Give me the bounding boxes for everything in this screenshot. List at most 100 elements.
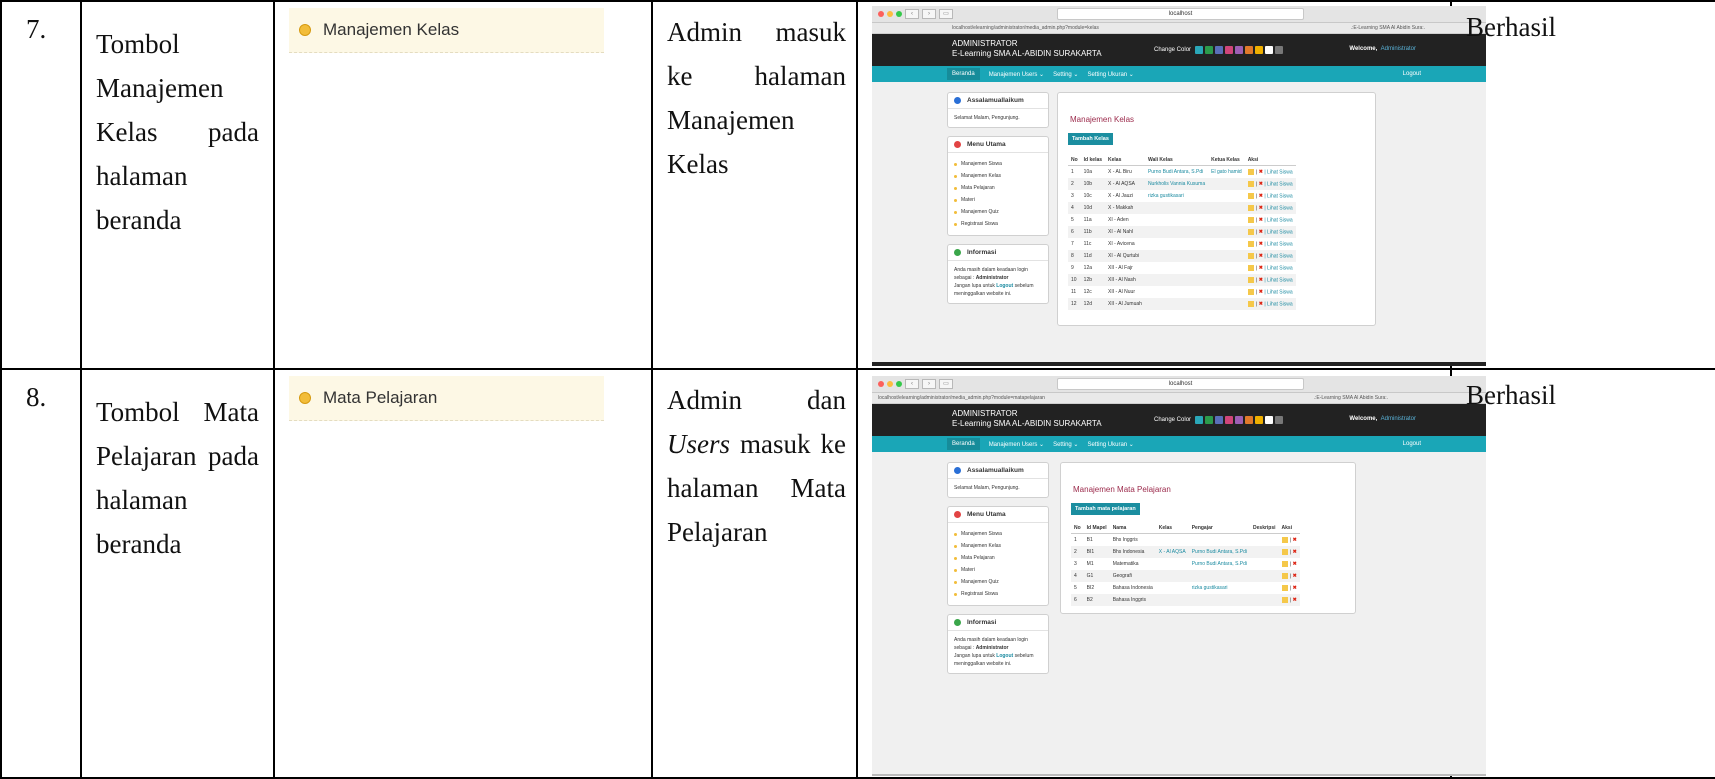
edit-icon[interactable] (1247, 288, 1254, 295)
menu-item[interactable]: Registrasi Siswa (954, 218, 1042, 230)
tab-url[interactable]: localhost/elearning/administrator/media_… (872, 23, 1290, 33)
edit-icon[interactable] (1247, 300, 1254, 307)
edit-icon[interactable] (1247, 264, 1254, 271)
edit-icon[interactable] (1247, 192, 1254, 199)
view-students-link[interactable]: | Lihat Siswa (1264, 253, 1292, 259)
delete-icon[interactable]: ✖ (1293, 573, 1297, 579)
cell-pengajar[interactable]: Purno Budi Antara, S.Pdi (1189, 558, 1250, 570)
delete-icon[interactable]: ✖ (1259, 265, 1263, 271)
cell-wali-kelas[interactable]: Purno Budi Antara, S.Pdi (1145, 166, 1208, 179)
address-bar[interactable]: localhost (1057, 8, 1304, 20)
forward-icon[interactable]: › (922, 379, 936, 389)
menu-item[interactable]: Materi (954, 564, 1042, 576)
cell-no: 1 (1071, 169, 1074, 175)
menu-item[interactable]: Mata Pelajaran (954, 552, 1042, 564)
back-icon[interactable]: ‹ (905, 9, 919, 19)
edit-icon[interactable] (1281, 536, 1288, 543)
view-students-link[interactable]: | Lihat Siswa (1264, 181, 1292, 187)
delete-icon[interactable]: ✖ (1259, 193, 1263, 199)
cell-kelas (1155, 570, 1189, 582)
edit-icon[interactable] (1247, 228, 1254, 235)
welcome-text: Welcome, Administrator (1349, 416, 1416, 422)
menu-item[interactable]: Manajemen Kelas (954, 540, 1042, 552)
delete-icon[interactable]: ✖ (1259, 169, 1263, 175)
nav-manajemen-users[interactable]: Manajemen Users ⌄ (989, 441, 1044, 448)
nav-setting-ukuran[interactable]: Setting Ukuran ⌄ (1087, 71, 1133, 78)
menu-item[interactable]: Manajemen Quiz (954, 576, 1042, 588)
cell-kelas[interactable]: X - Al AQSA (1155, 546, 1189, 558)
menu-item[interactable]: Manajemen Siswa (954, 158, 1042, 170)
edit-icon[interactable] (1247, 180, 1254, 187)
edit-icon[interactable] (1281, 596, 1288, 603)
view-students-link[interactable]: | Lihat Siswa (1264, 301, 1292, 307)
view-students-link[interactable]: | Lihat Siswa (1264, 229, 1292, 235)
nav-setting[interactable]: Setting ⌄ (1053, 441, 1078, 448)
cell-pengajar[interactable]: Purno Budi Antara, S.Pdi (1188, 546, 1251, 558)
menu-item[interactable]: Materi (954, 194, 1042, 206)
edit-icon[interactable] (1247, 252, 1254, 259)
edit-icon[interactable] (1247, 240, 1254, 247)
nav-setting[interactable]: Setting ⌄ (1053, 71, 1078, 78)
cell-kelas: X - AL Biru (1108, 169, 1132, 175)
logout-link[interactable]: Logout (1403, 71, 1421, 77)
sidebar-icon[interactable]: ▭ (939, 379, 953, 389)
delete-icon[interactable]: ✖ (1293, 585, 1297, 591)
delete-icon[interactable]: ✖ (1259, 181, 1263, 187)
column-header: Id Mapel (1083, 523, 1110, 534)
address-bar[interactable]: localhost (1057, 378, 1304, 390)
view-students-link[interactable]: | Lihat Siswa (1264, 205, 1292, 211)
tab-url[interactable]: localhost/elearning/administrator/media_… (872, 393, 1216, 403)
cell-kelas: XII - Al Nash (1105, 274, 1145, 286)
back-icon[interactable]: ‹ (905, 379, 919, 389)
delete-icon[interactable]: ✖ (1293, 549, 1297, 555)
cell-pengajar[interactable]: rizka gustikasari (1189, 582, 1250, 594)
delete-icon[interactable]: ✖ (1259, 301, 1263, 307)
view-students-link[interactable]: | Lihat Siswa (1264, 193, 1292, 199)
view-students-link[interactable]: | Lihat Siswa (1264, 265, 1292, 271)
nav-setting-ukuran[interactable]: Setting Ukuran ⌄ (1087, 441, 1133, 448)
forward-icon[interactable]: › (922, 9, 936, 19)
edit-icon[interactable] (1247, 276, 1254, 283)
nav-beranda[interactable]: Beranda (947, 438, 980, 450)
edit-icon[interactable] (1281, 548, 1288, 555)
edit-icon[interactable] (1281, 572, 1288, 579)
logout-link[interactable]: Logout (1403, 441, 1421, 447)
delete-icon[interactable]: ✖ (1259, 253, 1263, 259)
delete-icon[interactable]: ✖ (1259, 277, 1263, 283)
delete-icon[interactable]: ✖ (1259, 205, 1263, 211)
cell-wali-kelas (1145, 238, 1208, 250)
delete-icon[interactable]: ✖ (1293, 597, 1297, 603)
delete-icon[interactable]: ✖ (1259, 241, 1263, 247)
class-table: No Id kelas Kelas Wali Kelas Ketua Kelas Aksi… (1068, 155, 1296, 310)
menu-item[interactable]: Mata Pelajaran (954, 182, 1042, 194)
menu-item[interactable]: Manajemen Quiz (954, 206, 1042, 218)
view-students-link[interactable]: | Lihat Siswa (1264, 241, 1292, 247)
view-students-link[interactable]: | Lihat Siswa (1264, 277, 1292, 283)
menu-item[interactable]: Registrasi Siswa (954, 588, 1042, 600)
delete-icon[interactable]: ✖ (1259, 289, 1263, 295)
tab-title[interactable]: .:E-Learning SMA Al Abidin Sura:. (1216, 393, 1486, 403)
browser-toolbar: ‹ › ▭ localhost (872, 376, 1486, 393)
edit-icon[interactable] (1247, 168, 1254, 175)
add-class-button[interactable]: Tambah Kelas (1068, 133, 1113, 145)
edit-icon[interactable] (1247, 216, 1254, 223)
add-subject-button[interactable]: Tambah mata pelajaran (1071, 503, 1140, 515)
delete-icon[interactable]: ✖ (1293, 537, 1297, 543)
delete-icon[interactable]: ✖ (1259, 217, 1263, 223)
menu-item[interactable]: Manajemen Kelas (954, 170, 1042, 182)
view-students-link[interactable]: | Lihat Siswa (1264, 289, 1292, 295)
delete-icon[interactable]: ✖ (1259, 229, 1263, 235)
view-students-link[interactable]: | Lihat Siswa (1264, 169, 1292, 175)
nav-beranda[interactable]: Beranda (947, 68, 980, 80)
edit-icon[interactable] (1281, 584, 1288, 591)
cell-wali-kelas[interactable]: Nurkholis Vannia Kusuma (1144, 178, 1209, 190)
menu-item[interactable]: Manajemen Siswa (954, 528, 1042, 540)
edit-icon[interactable] (1247, 204, 1254, 211)
sidebar-icon[interactable]: ▭ (939, 9, 953, 19)
cell-wali-kelas[interactable]: rizka gustikasari (1145, 190, 1208, 202)
cell-ketua-kelas[interactable]: El gato hamid (1208, 166, 1245, 179)
nav-manajemen-users[interactable]: Manajemen Users ⌄ (989, 71, 1044, 78)
edit-icon[interactable] (1281, 560, 1288, 567)
view-students-link[interactable]: | Lihat Siswa (1264, 217, 1292, 223)
delete-icon[interactable]: ✖ (1293, 561, 1297, 567)
